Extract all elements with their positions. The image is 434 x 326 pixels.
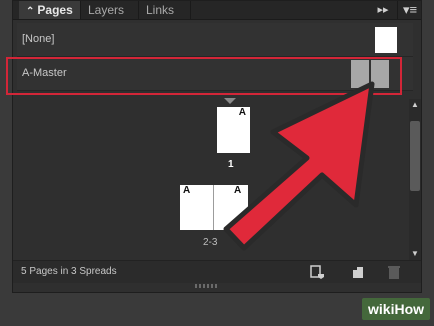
tab-pages-label: Pages [37,3,73,17]
master-none-thumbnail[interactable] [375,27,397,53]
trash-icon[interactable] [385,264,403,280]
tab-layers-label: Layers [88,3,125,17]
tab-layers[interactable]: Layers [81,1,139,19]
pages-panel: ⌃ Pages Layers Links ▸▸ ▾≡ [None] A-Maste… [12,0,422,293]
page-count-status: 5 Pages in 3 Spreads [21,266,117,277]
master-none-label: [None] [22,33,55,45]
scroll-down-icon[interactable]: ▼ [409,248,421,260]
tab-links[interactable]: Links [139,1,191,19]
master-row-none[interactable]: [None] [17,23,413,57]
tab-pages[interactable]: ⌃ Pages [19,1,81,19]
a-master-highlight-box [6,57,402,95]
collapse-panel-icon[interactable]: ▸▸ [373,1,393,19]
page-number-2-3[interactable]: 2-3 [203,237,217,248]
scroll-thumb[interactable] [410,121,420,191]
pages-area: A 1 A A 2-3 [17,95,409,260]
tab-links-label: Links [146,3,175,17]
page-thumbnail-3[interactable]: A [214,185,248,230]
panel-footer: 5 Pages in 3 Spreads [13,260,421,283]
spread-indicator-icon [224,98,236,104]
wikihow-watermark: wikiHow [362,298,431,320]
pages-scrollbar[interactable]: ▲ ▼ [409,99,421,260]
page-3-master-prefix: A [234,185,242,196]
panel-resize-handle[interactable] [195,284,219,288]
panel-menu-icon[interactable]: ▾≡ [397,1,422,19]
page-thumbnail-2[interactable]: A [180,185,214,230]
page-thumbnail-1[interactable]: A [217,107,250,153]
new-page-icon[interactable] [349,264,367,280]
scroll-up-icon[interactable]: ▲ [409,99,421,111]
page-size-icon[interactable] [309,264,327,280]
spread-gutter [213,185,214,230]
page-1-master-prefix: A [238,107,246,118]
panel-tab-bar: ⌃ Pages Layers Links ▸▸ ▾≡ [13,1,421,20]
page-2-master-prefix: A [183,185,191,196]
collapse-toggle-icon[interactable]: ⌃ [26,6,34,17]
page-number-1[interactable]: 1 [228,159,234,170]
